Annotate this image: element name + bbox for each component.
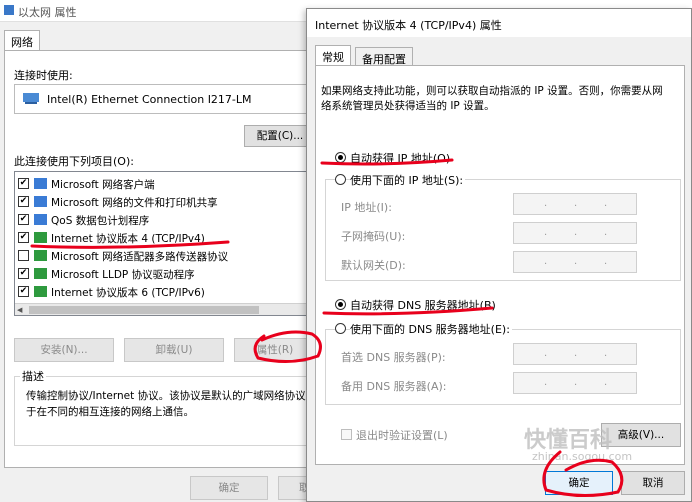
ip-address-field[interactable]: ... <box>513 193 637 215</box>
auto-ip-radio[interactable] <box>335 152 346 163</box>
preferred-dns-field[interactable]: ... <box>513 343 637 365</box>
validate-checkbox[interactable] <box>341 429 352 440</box>
items-label: 此连接使用下列项目(O): <box>14 155 134 168</box>
ipv4-title-bar: Internet 协议版本 4 (TCP/IPv4) 属性 <box>307 9 691 37</box>
component-list[interactable]: ✔ Microsoft 网络客户端 ✔ Microsoft 网络的文件和打印机共享 ✔ Q… <box>14 171 314 316</box>
item-checkbox[interactable]: ✔ <box>18 286 29 297</box>
network-adapter-icon <box>4 5 14 15</box>
gateway-label: 默认网关(D): <box>341 259 406 272</box>
radio-selected-dot <box>338 302 343 307</box>
adapter-name: Intel(R) Ethernet Connection I217-LM <box>47 93 252 106</box>
item-label: Internet 协议版本 4 (TCP/IPv4) <box>51 233 205 245</box>
item-checkbox[interactable]: ✔ <box>18 268 29 279</box>
alternate-dns-field[interactable]: ... <box>513 372 637 394</box>
protocol-icon <box>34 232 47 243</box>
ethernet-title-bar: 以太网 属性 <box>0 0 320 22</box>
preferred-dns-label: 首选 DNS 服务器(P): <box>341 351 446 364</box>
scroll-left-icon[interactable]: ◀ <box>17 306 25 314</box>
radio-selected-dot <box>338 155 343 160</box>
gateway-field[interactable]: ... <box>513 251 637 273</box>
network-component-icon <box>34 196 47 207</box>
auto-dns-label[interactable]: 自动获得 DNS 服务器地址(B) <box>350 297 496 313</box>
horizontal-scrollbar[interactable]: ◀ <box>15 303 313 315</box>
alternate-dns-label: 备用 DNS 服务器(A): <box>341 380 447 393</box>
ethernet-window-title: 以太网 属性 <box>18 6 77 19</box>
network-component-icon <box>34 214 47 225</box>
item-checkbox[interactable]: ✔ <box>18 214 29 225</box>
adapter-icon <box>23 93 39 104</box>
manual-dns-radio[interactable] <box>335 323 346 334</box>
install-button[interactable]: 安装(N)... <box>14 338 114 362</box>
description-title: 描述 <box>20 368 46 384</box>
connect-using-label: 连接时使用: <box>14 69 73 82</box>
ipv4-ok-button[interactable]: 确定 <box>545 471 613 495</box>
protocol-icon <box>34 286 47 297</box>
item-label: Microsoft LLDP 协议驱动程序 <box>51 269 195 281</box>
ip-address-label: IP 地址(I): <box>341 201 392 214</box>
item-label: Microsoft 网络的文件和打印机共享 <box>51 197 218 209</box>
uninstall-button[interactable]: 卸载(U) <box>124 338 224 362</box>
ethernet-ok-button[interactable]: 确定 <box>190 476 268 500</box>
network-component-icon <box>34 178 47 189</box>
item-checkbox[interactable]: ✔ <box>18 196 29 207</box>
watermark-url: zhinan.sogou.com <box>532 450 633 463</box>
ipv4-properties-dialog: Internet 协议版本 4 (TCP/IPv4) 属性 常规 备用配置 如果… <box>306 8 692 502</box>
scrollbar-thumb[interactable] <box>29 306 259 314</box>
ipv4-dialog-title: Internet 协议版本 4 (TCP/IPv4) 属性 <box>315 19 502 32</box>
properties-button[interactable]: 属性(R) <box>234 338 316 362</box>
item-checkbox[interactable] <box>18 250 29 261</box>
subnet-label: 子网掩码(U): <box>341 230 406 243</box>
item-label: Microsoft 网络客户端 <box>51 179 155 191</box>
protocol-icon <box>34 268 47 279</box>
description-line-2: 于在不同的相互连接的网络上通信。 <box>26 406 194 418</box>
manual-ip-radio[interactable] <box>335 174 346 185</box>
validate-label[interactable]: 退出时验证设置(L) <box>356 427 448 443</box>
auto-ip-label[interactable]: 自动获得 IP 地址(O) <box>350 150 450 166</box>
adapter-box: Intel(R) Ethernet Connection I217-LM <box>14 84 314 114</box>
item-label: Internet 协议版本 6 (TCP/IPv6) <box>51 287 205 299</box>
item-checkbox[interactable]: ✔ <box>18 178 29 189</box>
intro-line-2: 络系统管理员处获得适当的 IP 设置。 <box>321 100 495 112</box>
item-checkbox[interactable]: ✔ <box>18 232 29 243</box>
manual-ip-label[interactable]: 使用下面的 IP 地址(S): <box>350 172 466 188</box>
manual-dns-label[interactable]: 使用下面的 DNS 服务器地址(E): <box>350 321 512 337</box>
item-label: QoS 数据包计划程序 <box>51 215 150 227</box>
ethernet-properties-window: 以太网 属性 网络 连接时使用: Intel(R) Ethernet Conne… <box>0 0 320 502</box>
ipv4-cancel-button[interactable]: 取消 <box>621 471 685 495</box>
subnet-field[interactable]: ... <box>513 222 637 244</box>
advanced-button[interactable]: 高级(V)... <box>601 423 681 447</box>
intro-line-1: 如果网络支持此功能，则可以获取自动指派的 IP 设置。否则，你需要从网 <box>321 85 663 97</box>
auto-dns-radio[interactable] <box>335 299 346 310</box>
description-line-1: 传输控制协议/Internet 协议。该协议是默认的广域网络协议， <box>26 390 317 402</box>
protocol-icon <box>34 250 47 261</box>
item-label: Microsoft 网络适配器多路传送器协议 <box>51 251 229 263</box>
